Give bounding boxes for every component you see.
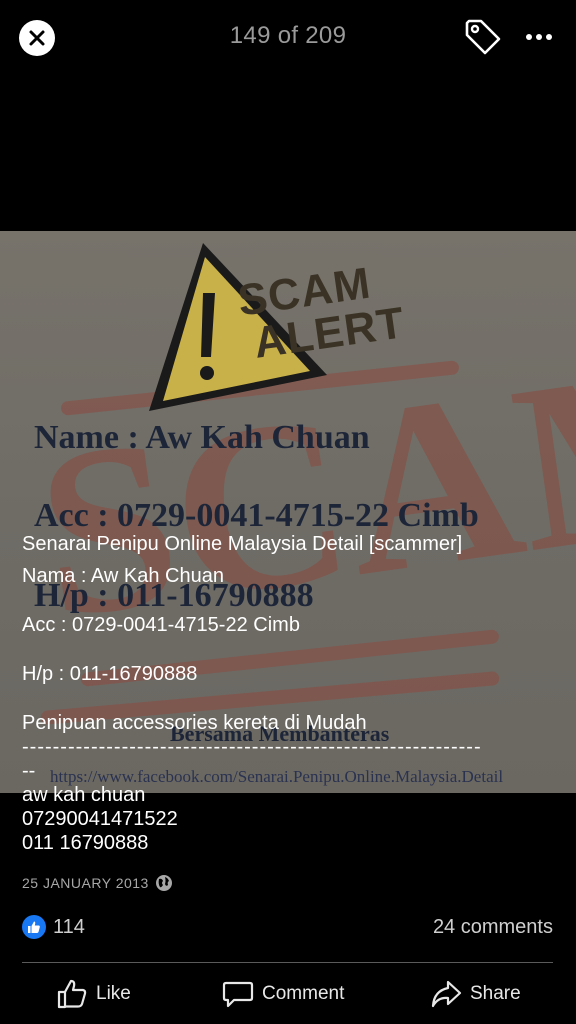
caption-name2: aw kah chuan bbox=[22, 784, 146, 806]
caption-divider-end: -- bbox=[22, 760, 36, 782]
share-arrow-icon bbox=[431, 980, 462, 1008]
caption-acc2: 07290041471522 bbox=[22, 808, 178, 830]
tag-icon bbox=[465, 19, 501, 55]
caption-hp: H/p : 011-16790888 bbox=[22, 663, 198, 685]
comment-label: Comment bbox=[262, 983, 345, 1004]
like-reaction-badge[interactable] bbox=[22, 915, 46, 939]
like-button[interactable]: Like bbox=[56, 972, 131, 1016]
photo-acc-text: Acc : 0729-0041-4715-22 Cimb bbox=[34, 497, 479, 534]
caption-phone2: 011 16790888 bbox=[22, 832, 149, 854]
like-count[interactable]: 114 bbox=[53, 916, 85, 939]
more-icon bbox=[526, 34, 532, 40]
more-options-button[interactable] bbox=[522, 26, 556, 48]
comment-bubble-icon bbox=[222, 981, 254, 1008]
caption-desc: Penipuan accessories kereta di Mudah bbox=[22, 712, 367, 734]
share-label: Share bbox=[470, 983, 521, 1004]
caption-divider: ----------------------------------------… bbox=[22, 736, 482, 758]
globe-icon bbox=[155, 875, 172, 891]
photo-name-text: Name : Aw Kah Chuan bbox=[34, 419, 370, 456]
post-date: 25 JANUARY 2013 bbox=[22, 875, 149, 891]
caption-title: Senarai Penipu Online Malaysia Detail [s… bbox=[22, 533, 463, 555]
caption-nama: Nama : Aw Kah Chuan bbox=[22, 565, 224, 587]
divider bbox=[22, 962, 553, 963]
photo-caption: Senarai Penipu Online Malaysia Detail [s… bbox=[22, 532, 558, 855]
comment-button[interactable]: Comment bbox=[222, 972, 344, 1016]
comment-count[interactable]: 24 comments bbox=[433, 916, 553, 939]
thumbs-up-outline-icon bbox=[57, 979, 87, 1009]
like-label: Like bbox=[96, 983, 131, 1004]
thumbs-up-icon bbox=[28, 921, 40, 933]
share-button[interactable]: Share bbox=[430, 972, 521, 1016]
caption-acc: Acc : 0729-0041-4715-22 Cimb bbox=[22, 614, 300, 636]
post-date-row: 25 JANUARY 2013 bbox=[22, 874, 173, 892]
tag-button[interactable] bbox=[463, 17, 503, 57]
